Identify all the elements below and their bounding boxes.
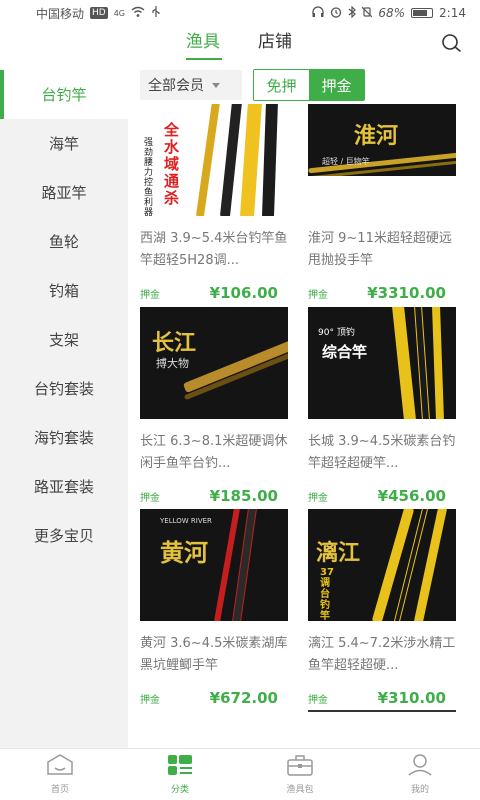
top-header: 渔具 店铺 bbox=[0, 26, 480, 62]
home-icon bbox=[46, 754, 74, 780]
product-card[interactable]: 综合竿 90° 顶钓 长城 3.9~4.5米碳素台钓竿超轻超硬竿... 押金 ¥… bbox=[308, 307, 456, 505]
price-row: 押金 ¥456.00 bbox=[308, 487, 456, 505]
product-name: 长江 6.3~8.1米超硬调休闲手鱼竿台钓... bbox=[140, 434, 288, 471]
product-price: ¥310.00 bbox=[377, 689, 446, 707]
product-price: ¥456.00 bbox=[377, 487, 446, 505]
product-card[interactable]: 长江 搏大物 长江 6.3~8.1米超硬调休闲手鱼竿台钓... 押金 ¥185.… bbox=[140, 307, 288, 505]
product-name: 长城 3.9~4.5米碳素台钓竿超轻超硬竿... bbox=[308, 434, 456, 471]
deposit-label: 押金 bbox=[140, 695, 160, 706]
deposit-button[interactable]: 押金 bbox=[309, 70, 364, 100]
sidebar-item-more[interactable]: 更多宝贝 bbox=[0, 511, 128, 560]
deposit-label: 押金 bbox=[308, 695, 328, 706]
sidebar-item-lure-rod[interactable]: 路亚竿 bbox=[0, 168, 128, 217]
product-card[interactable]: 淮河 超轻 / 巨物竿 淮河 9~11米超轻超硬远甩抛投手竿 押金 ¥3310.… bbox=[308, 104, 456, 302]
bluetooth-icon bbox=[348, 5, 357, 21]
wifi-icon bbox=[131, 6, 145, 21]
sidebar-item-tackle-box[interactable]: 钓箱 bbox=[0, 266, 128, 315]
status-bar: 中国移动 HD 4G 68% 2:14 bbox=[0, 0, 480, 26]
nav-category-label: 分类 bbox=[170, 785, 189, 795]
alarm-icon bbox=[330, 6, 342, 21]
sidebar-item-taidiao-set[interactable]: 台钓套装 bbox=[0, 364, 128, 413]
nav-tackle-bag[interactable]: 渔具包 bbox=[240, 749, 360, 800]
product-image: 漓江 37 调 台钓竿 bbox=[308, 509, 456, 621]
product-thumb-subtitle: 强劲腰力 控鱼利器 bbox=[144, 138, 154, 216]
product-card[interactable]: 黄河 YELLOW RIVER 黄河 3.6~4.5米碳素湖库黑坑鲤鲫手竿 押金… bbox=[140, 509, 288, 707]
usb-icon bbox=[151, 5, 161, 21]
product-image: 综合竿 90° 顶钓 bbox=[308, 307, 456, 419]
tab-shops[interactable]: 店铺 bbox=[258, 26, 292, 60]
product-thumb-title: 黄河 bbox=[160, 538, 208, 567]
search-icon[interactable] bbox=[440, 32, 462, 54]
hd-badge: HD bbox=[90, 7, 108, 19]
category-icon bbox=[167, 754, 193, 780]
product-image: 淮河 超轻 / 巨物竿 bbox=[308, 104, 456, 176]
headset-icon bbox=[312, 5, 325, 21]
category-sidebar: 台钓竿 海竿 路亚竿 鱼轮 钓箱 支架 台钓套装 海钓套装 路亚套装 更多宝贝 bbox=[0, 70, 128, 748]
product-thumb-subtitle: 超轻 / 巨物竿 bbox=[322, 157, 370, 166]
divider bbox=[308, 710, 456, 712]
deposit-label: 押金 bbox=[308, 493, 328, 504]
sidebar-item-taidiao-rod[interactable]: 台钓竿 bbox=[0, 70, 128, 119]
sidebar-item-sea-set[interactable]: 海钓套装 bbox=[0, 413, 128, 462]
nav-category[interactable]: 分类 bbox=[120, 749, 240, 800]
mute-icon bbox=[361, 6, 373, 21]
bottom-nav: 首页 分类 渔具包 我的 bbox=[0, 748, 480, 800]
nav-home[interactable]: 首页 bbox=[0, 749, 120, 800]
status-right: 68% 2:14 bbox=[312, 5, 466, 21]
nav-profile-label: 我的 bbox=[410, 785, 429, 795]
status-left: 中国移动 HD 4G bbox=[36, 5, 161, 22]
clock-time: 2:14 bbox=[439, 6, 466, 20]
product-thumb-subtitle: 90° 顶钓 bbox=[318, 328, 355, 338]
price-row: 押金 ¥106.00 bbox=[140, 284, 288, 302]
product-price: ¥185.00 bbox=[209, 487, 278, 505]
product-card[interactable]: 全水域通杀 强劲腰力 控鱼利器 西湖 3.9~5.4米台钓竿鱼竿超轻5H28调.… bbox=[140, 104, 288, 302]
tackle-bag-icon bbox=[286, 754, 314, 780]
price-row: 押金 ¥310.00 bbox=[308, 689, 456, 707]
top-tabs: 渔具 店铺 bbox=[186, 26, 292, 60]
product-thumb-title: 全水域通杀 bbox=[164, 121, 180, 207]
product-price: ¥672.00 bbox=[209, 689, 278, 707]
price-row: 押金 ¥672.00 bbox=[140, 689, 288, 707]
price-row: 押金 ¥185.00 bbox=[140, 487, 288, 505]
product-thumb-title: 淮河 bbox=[354, 123, 399, 149]
deposit-label: 押金 bbox=[140, 493, 160, 504]
nav-profile[interactable]: 我的 bbox=[360, 749, 480, 800]
sidebar-item-sea-rod[interactable]: 海竿 bbox=[0, 119, 128, 168]
product-name: 漓江 5.4~7.2米涉水精工鱼竿超轻超硬... bbox=[308, 636, 456, 673]
product-thumb-subtitle: 搏大物 bbox=[156, 357, 189, 370]
nav-home-label: 首页 bbox=[50, 785, 69, 795]
sidebar-item-stand[interactable]: 支架 bbox=[0, 315, 128, 364]
battery-percent: 68% bbox=[378, 6, 406, 20]
battery-icon bbox=[411, 8, 434, 18]
product-image: 黄河 YELLOW RIVER bbox=[140, 509, 288, 621]
product-price: ¥3310.00 bbox=[367, 284, 446, 302]
tab-fishing-gear[interactable]: 渔具 bbox=[186, 26, 222, 60]
product-thumb-title: 综合竿 bbox=[322, 343, 368, 361]
no-deposit-button[interactable]: 免押 bbox=[254, 70, 309, 100]
product-thumb-title: 漓江 bbox=[316, 540, 361, 566]
product-name: 西湖 3.9~5.4米台钓竿鱼竿超轻5H28调... bbox=[140, 231, 288, 268]
product-name: 黄河 3.6~4.5米碳素湖库黑坑鲤鲫手竿 bbox=[140, 636, 288, 673]
network-label: 4G bbox=[113, 8, 126, 18]
product-image: 长江 搏大物 bbox=[140, 307, 288, 419]
member-filter-value: 全部会员 bbox=[148, 78, 204, 94]
product-name: 淮河 9~11米超轻超硬远甩抛投手竿 bbox=[308, 231, 452, 268]
nav-tackle-bag-label: 渔具包 bbox=[286, 785, 314, 795]
product-thumb-title: 长江 bbox=[152, 330, 197, 356]
caret-down-icon bbox=[212, 82, 220, 88]
product-thumb-subtitle: 37 调 台钓竿 bbox=[320, 567, 334, 621]
product-price: ¥106.00 bbox=[209, 284, 278, 302]
deposit-label: 押金 bbox=[140, 290, 160, 301]
profile-icon bbox=[406, 754, 434, 780]
sidebar-item-lure-set[interactable]: 路亚套装 bbox=[0, 462, 128, 511]
deposit-label: 押金 bbox=[308, 290, 328, 301]
deposit-toggle: 免押 押金 bbox=[253, 69, 365, 101]
sidebar-item-reel[interactable]: 鱼轮 bbox=[0, 217, 128, 266]
carrier-label: 中国移动 bbox=[36, 6, 85, 21]
product-thumb-subtitle: YELLOW RIVER bbox=[160, 517, 212, 525]
product-image: 全水域通杀 强劲腰力 控鱼利器 bbox=[140, 104, 288, 216]
price-row: 押金 ¥3310.00 bbox=[308, 284, 456, 302]
member-filter-select[interactable]: 全部会员 bbox=[140, 70, 242, 100]
product-card[interactable]: 漓江 37 调 台钓竿 漓江 5.4~7.2米涉水精工鱼竿超轻超硬... 押金 … bbox=[308, 509, 456, 707]
